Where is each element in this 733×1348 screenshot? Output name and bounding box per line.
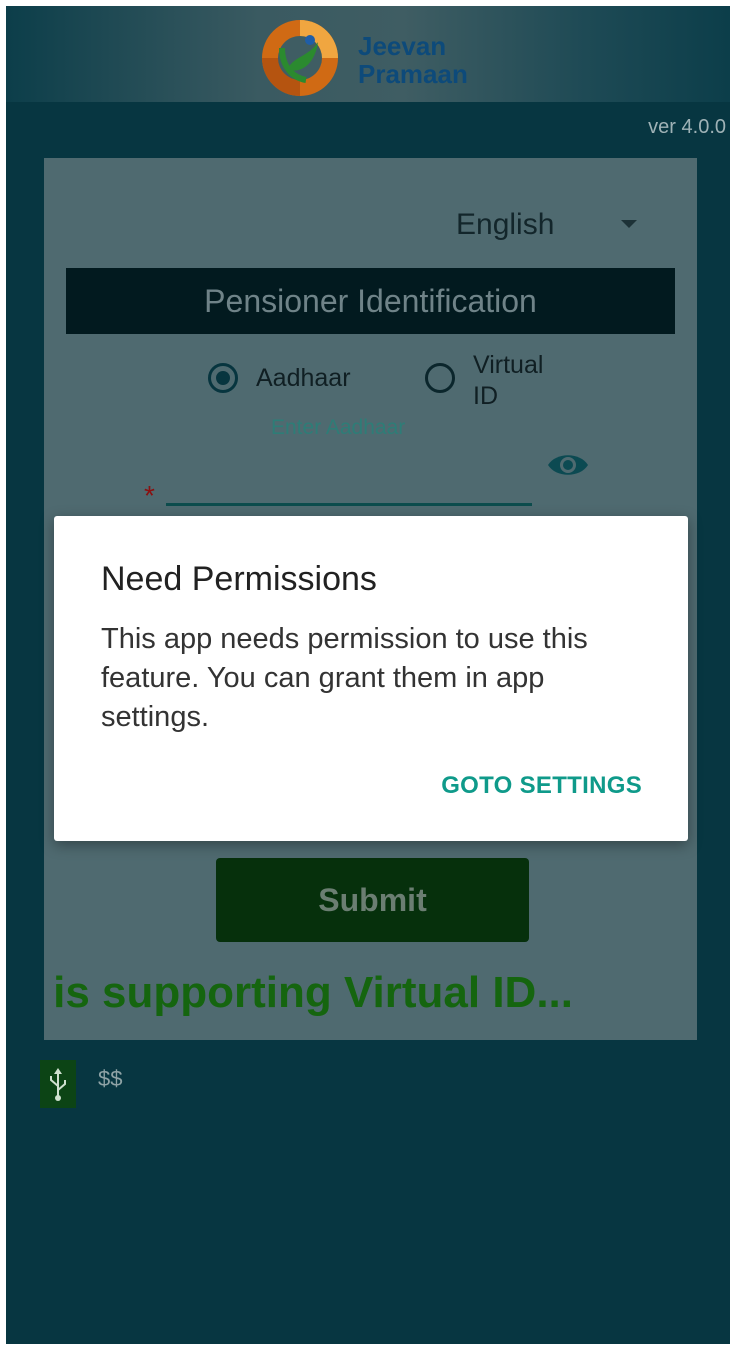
brand-line-2: Pramaan	[358, 59, 468, 89]
permission-dialog: Need Permissions This app needs permissi…	[54, 516, 688, 841]
language-select[interactable]: English	[456, 208, 554, 242]
submit-button[interactable]: Submit	[216, 858, 529, 942]
usb-glyph	[50, 1068, 66, 1101]
section-title: Pensioner Identification	[204, 282, 537, 319]
radio-virtual-id-label[interactable]: Virtual ID	[473, 350, 573, 412]
dialog-title: Need Permissions	[101, 560, 377, 598]
aadhaar-input[interactable]	[166, 503, 532, 506]
radio-aadhaar[interactable]	[208, 363, 238, 393]
usb-icon	[40, 1060, 76, 1108]
jeevan-pramaan-logo	[262, 20, 338, 96]
eye-icon[interactable]	[546, 450, 590, 480]
version-label: ver 4.0.0	[648, 116, 726, 138]
brand-line-1: Jeevan	[358, 31, 447, 61]
app-header: Jeevan Pramaan	[6, 6, 730, 102]
announcement-text: n is supporting Virtual ID...	[44, 968, 574, 1017]
goto-settings-button[interactable]: GOTO SETTINGS	[441, 772, 642, 800]
dialog-message: This app needs permission to use this fe…	[101, 623, 588, 733]
status-text: $$	[98, 1066, 123, 1091]
section-header: Pensioner Identification	[66, 268, 675, 334]
radio-virtual-id[interactable]	[425, 363, 455, 393]
announcement-ticker: n is supporting Virtual ID...	[44, 968, 697, 1028]
aadhaar-field-label: Enter Aadhaar	[271, 416, 406, 439]
chevron-down-icon[interactable]	[621, 220, 637, 228]
brand-name: Jeevan Pramaan	[358, 32, 468, 88]
radio-aadhaar-label[interactable]: Aadhaar	[256, 364, 351, 393]
required-mark: *	[144, 480, 155, 511]
